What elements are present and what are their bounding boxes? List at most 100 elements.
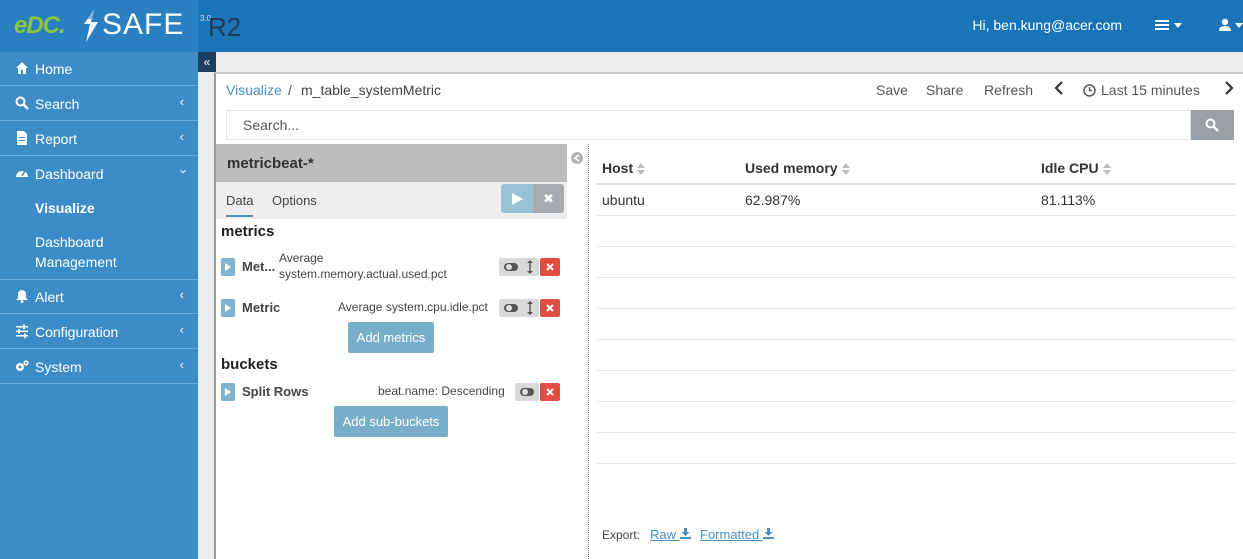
remove-metric-button[interactable] [540, 299, 560, 317]
bucket-description: beat.name: Descending [378, 384, 505, 398]
metric-name: Met... [242, 259, 276, 274]
toggle-icon[interactable] [504, 303, 518, 313]
close-icon [546, 388, 554, 396]
export-formatted-link[interactable]: Formatted [700, 527, 774, 542]
bucket-controls [515, 383, 539, 401]
user-menu-icon[interactable] [1219, 18, 1243, 35]
refresh-button[interactable]: Refresh [984, 82, 1033, 98]
logo-edc: eDC. [14, 12, 66, 39]
editor-divider [588, 144, 589, 559]
table-row-divider [597, 370, 1235, 371]
table-row-divider [597, 246, 1235, 247]
sidebar-item-configuration[interactable]: Configuration ‹ [0, 315, 198, 349]
caret-right-icon [225, 263, 231, 271]
sidebar-item-system[interactable]: System ‹ [0, 350, 198, 384]
search-input[interactable] [227, 111, 1190, 139]
time-next-button[interactable] [1224, 80, 1234, 99]
table-cell-host: ubuntu [602, 192, 645, 208]
column-header-host[interactable]: Host [602, 160, 646, 176]
time-prev-button[interactable] [1054, 80, 1064, 99]
sidebar-item-alert[interactable]: Alert ‹ [0, 280, 198, 314]
drag-handle-icon[interactable] [527, 301, 533, 315]
close-icon [546, 263, 554, 271]
discard-changes-button[interactable]: ✖ [533, 184, 564, 213]
caret-right-icon [225, 304, 231, 312]
sidebar-item-dashboard[interactable]: Dashboard ‹ [0, 157, 198, 191]
sidebar-collapse-button[interactable]: « [198, 52, 216, 72]
gears-icon [16, 360, 29, 371]
breadcrumb-separator: / [288, 82, 292, 98]
table-cell-used-memory: 62.987% [745, 192, 801, 208]
add-metrics-button[interactable]: Add metrics [348, 322, 434, 353]
chevron-left-icon: ‹ [179, 322, 184, 337]
chevron-right-icon [1225, 81, 1234, 95]
expand-metric-toggle[interactable] [221, 299, 235, 317]
sidebar-item-home[interactable]: Home [0, 52, 198, 86]
table-row-divider [597, 277, 1235, 278]
chevron-left-icon [574, 154, 580, 162]
sort-icon [637, 163, 646, 176]
chevron-left-icon: ‹ [179, 94, 184, 109]
share-button[interactable]: Share [926, 82, 963, 98]
sidebar-item-report[interactable]: Report ‹ [0, 122, 198, 156]
drag-handle-icon[interactable] [527, 260, 533, 274]
search-icon [1205, 118, 1219, 132]
chevron-left-icon: ‹ [179, 287, 184, 302]
metric-controls [499, 299, 539, 317]
export-formatted-label: Formatted [700, 527, 760, 542]
metric-description: Average system.cpu.idle.pct [338, 300, 488, 314]
table-row-divider [597, 401, 1235, 402]
sidebar-item-search[interactable]: Search ‹ [0, 87, 198, 121]
dashboard-icon [16, 170, 28, 177]
expand-bucket-toggle[interactable] [221, 383, 235, 401]
breadcrumb-current: m_table_systemMetric [301, 82, 442, 98]
column-header-label: Idle CPU [1041, 160, 1099, 176]
toggle-icon[interactable] [504, 262, 518, 272]
tab-options[interactable]: Options [272, 193, 317, 208]
export-raw-label: Raw [650, 527, 677, 542]
sidebar-item-label: Report [35, 131, 78, 147]
user-greeting[interactable]: Hi, ben.kung@acer.com [972, 17, 1122, 33]
time-range-picker[interactable]: Last 15 minutes [1101, 82, 1200, 98]
toggle-icon[interactable] [520, 387, 534, 397]
add-sub-buckets-button[interactable]: Add sub-buckets [334, 406, 448, 437]
safe-logo-mark-icon [84, 10, 98, 42]
sidebar-item-label: Alert [35, 289, 64, 305]
sidebar-subitem-visualize[interactable]: Visualize [35, 200, 95, 216]
table-cell-idle-cpu: 81.113% [1041, 192, 1096, 208]
tab-data[interactable]: Data [226, 193, 254, 217]
apply-changes-button[interactable] [501, 184, 533, 213]
sidebar-subitem-dashboard-management-line2[interactable]: Management [35, 254, 117, 270]
chevron-down-icon: ‹ [174, 169, 190, 174]
table-header-divider [597, 183, 1235, 185]
column-header-label: Host [602, 160, 634, 176]
remove-bucket-button[interactable] [540, 383, 560, 401]
sidebar-subitem-dashboard-management[interactable]: Dashboard [35, 234, 104, 250]
logo-safe: SAFE [102, 8, 185, 41]
sidebar-item-label: Search [35, 96, 80, 112]
list-menu-icon[interactable] [1155, 18, 1183, 35]
column-header-used-memory[interactable]: Used memory [745, 160, 850, 176]
column-header-idle-cpu[interactable]: Idle CPU [1041, 160, 1111, 176]
query-search-field [226, 110, 1191, 140]
sidebar-item-label: Dashboard [35, 166, 104, 182]
buckets-section-title: buckets [221, 356, 278, 373]
table-row-divider [597, 215, 1235, 216]
caret-right-icon [225, 388, 231, 396]
play-icon [512, 193, 523, 205]
export-raw-link[interactable]: Raw [650, 527, 691, 542]
sliders-icon [16, 324, 28, 338]
breadcrumb-visualize-link[interactable]: Visualize [226, 82, 282, 98]
app-logo[interactable]: eDC. SAFE 3.0 R2 [0, 0, 241, 52]
collapse-sidebar-button[interactable] [571, 152, 583, 164]
search-submit-button[interactable] [1191, 110, 1234, 140]
logo-r2: R2 [208, 12, 242, 42]
metric-name: Metric [242, 300, 281, 315]
sidebar-item-label: Home [35, 61, 73, 77]
bell-icon [16, 290, 28, 303]
save-button[interactable]: Save [876, 82, 908, 98]
file-icon [17, 131, 27, 145]
expand-metric-toggle[interactable] [221, 258, 235, 276]
remove-metric-button[interactable] [540, 258, 560, 276]
table-row-divider [597, 432, 1235, 433]
